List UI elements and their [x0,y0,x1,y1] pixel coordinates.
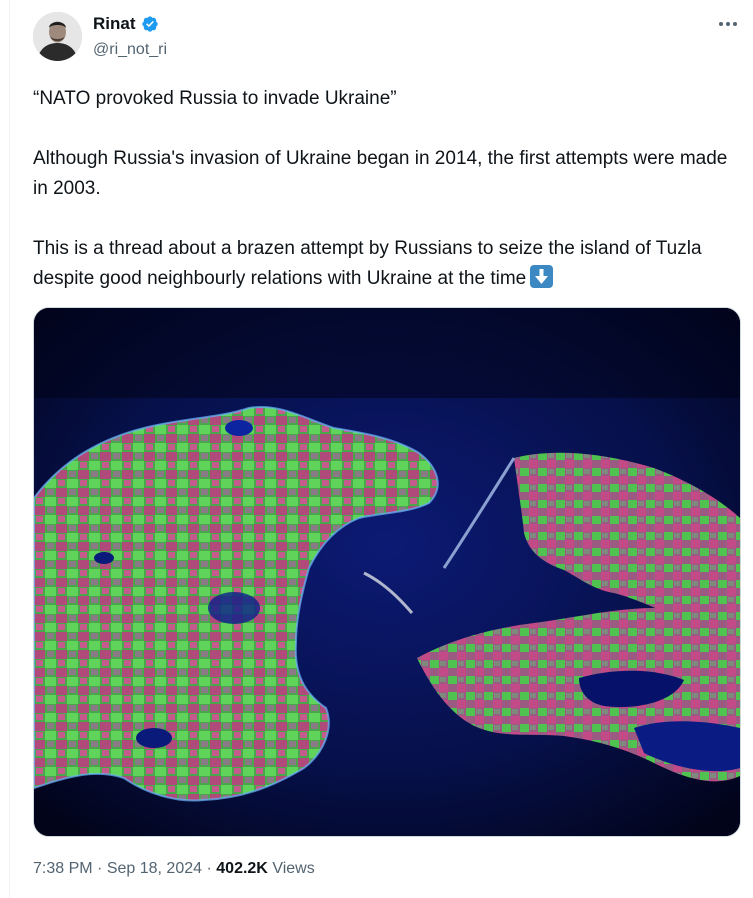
avatar[interactable] [33,12,82,61]
tweet-paragraph-intro: Although Russia's invasion of Ukraine be… [33,148,728,199]
views-count: 402.2K [216,860,268,877]
tweet: Rinat @ri_not_ri “NATO provoked Russia t… [0,0,753,898]
more-icon [719,22,737,26]
tweet-meta: 7:38 PM · Sep 18, 2024 · 402.2K Views [33,858,315,880]
tweet-time[interactable]: 7:38 PM [33,860,93,877]
tweet-paragraph-thread-text: This is a thread about a brazen attempt … [33,238,702,289]
tweet-date[interactable]: Sep 18, 2024 [107,860,202,877]
tweet-media-image[interactable] [33,307,741,837]
meta-separator-2: · [206,860,212,877]
avatar-image [33,12,82,61]
tweet-paragraph-quote: “NATO provoked Russia to invade Ukraine” [33,88,397,109]
meta-separator: · [97,860,103,877]
down-arrow-emoji-icon [530,265,554,288]
satellite-map-image [34,308,740,836]
divider [9,0,10,898]
more-button[interactable] [712,12,744,36]
views-label: Views [272,860,315,877]
verified-badge-icon[interactable] [141,15,159,33]
author-handle[interactable]: @ri_not_ri [93,40,167,60]
author-display-name[interactable]: Rinat [93,13,136,35]
tweet-text: “NATO provoked Russia to invade Ukraine”… [33,84,745,324]
author-name-row[interactable]: Rinat [93,13,159,35]
tweet-paragraph-thread: This is a thread about a brazen attempt … [33,234,745,294]
